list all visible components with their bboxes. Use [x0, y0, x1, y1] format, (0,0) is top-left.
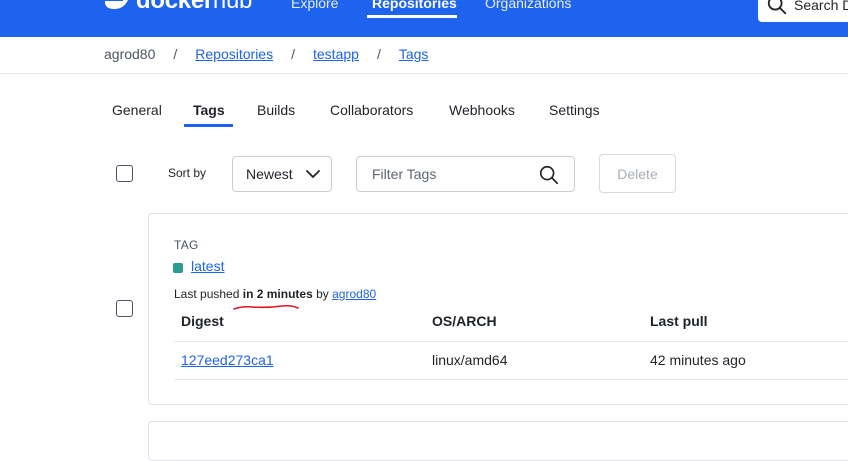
- tab-settings[interactable]: Settings: [549, 101, 600, 119]
- tab-active-indicator: [184, 124, 233, 127]
- global-search-placeholder: Search D: [794, 0, 848, 13]
- tag-name-link[interactable]: latest: [191, 258, 224, 274]
- header-divider: [0, 73, 848, 74]
- tag-section-label: TAG: [174, 238, 199, 252]
- red-underline-annotation: [233, 304, 299, 310]
- table-row-divider: [174, 379, 848, 380]
- filter-tags-input[interactable]: [370, 165, 534, 183]
- search-icon: [539, 165, 559, 185]
- last-pushed-time: in 2 minutes: [242, 287, 313, 301]
- sort-select[interactable]: Newest: [232, 156, 332, 192]
- breadcrumb: agrod80 / Repositories / testapp / Tags: [104, 44, 428, 64]
- nav-organizations[interactable]: Organizations: [485, 0, 571, 13]
- tag-row-checkbox[interactable]: [116, 300, 133, 317]
- last-pushed-info: Last pushed in 2 minutes by agrod80: [174, 287, 376, 301]
- logo-text-hub: hub: [212, 0, 253, 14]
- breadcrumb-tags[interactable]: Tags: [399, 46, 429, 62]
- tab-general[interactable]: General: [112, 101, 162, 119]
- last-pushed-prefix: Last pushed: [174, 287, 240, 301]
- sort-select-value: Newest: [246, 166, 293, 182]
- global-search[interactable]: Search D: [758, 0, 848, 22]
- select-all-checkbox[interactable]: [116, 165, 133, 182]
- tab-webhooks[interactable]: Webhooks: [449, 101, 515, 119]
- pusher-link[interactable]: agrod80: [332, 287, 376, 301]
- nav-explore[interactable]: Explore: [291, 0, 338, 13]
- delete-button[interactable]: Delete: [599, 154, 676, 193]
- next-tag-card: [148, 421, 848, 461]
- tab-collaborators[interactable]: Collaborators: [330, 101, 413, 119]
- breadcrumb-testapp[interactable]: testapp: [313, 46, 359, 62]
- tab-tags[interactable]: Tags: [193, 101, 225, 119]
- breadcrumb-user: agrod80: [104, 46, 156, 62]
- docker-hub-logo[interactable]: dockerhub: [104, 0, 252, 16]
- docker-whale-icon: [105, 0, 128, 9]
- breadcrumb-separator: /: [376, 46, 381, 62]
- breadcrumb-repositories[interactable]: Repositories: [195, 46, 273, 62]
- table-header-divider: [174, 341, 848, 342]
- filter-tags-field[interactable]: [356, 156, 575, 192]
- breadcrumb-separator: /: [291, 46, 295, 62]
- logo-text-docker: docker: [136, 0, 213, 14]
- chevron-down-icon: [306, 170, 320, 178]
- column-header-os-arch: OS/ARCH: [432, 313, 497, 329]
- breadcrumb-separator: /: [173, 46, 178, 62]
- digest-link[interactable]: 127eed273ca1: [181, 352, 274, 368]
- nav-active-indicator: [367, 15, 457, 18]
- last-pull-value: 42 minutes ago: [650, 352, 746, 368]
- top-nav: dockerhub Explore Repositories Organizat…: [0, 0, 848, 37]
- sort-by-label: Sort by: [168, 166, 207, 180]
- nav-repositories[interactable]: Repositories: [372, 0, 457, 13]
- os-arch-value: linux/amd64: [432, 352, 508, 368]
- tab-builds[interactable]: Builds: [257, 101, 295, 119]
- search-icon: [767, 0, 787, 15]
- tag-status-indicator: [173, 263, 183, 273]
- last-pushed-by: by: [316, 287, 329, 301]
- column-header-digest: Digest: [181, 313, 224, 329]
- column-header-last-pull: Last pull: [650, 313, 708, 329]
